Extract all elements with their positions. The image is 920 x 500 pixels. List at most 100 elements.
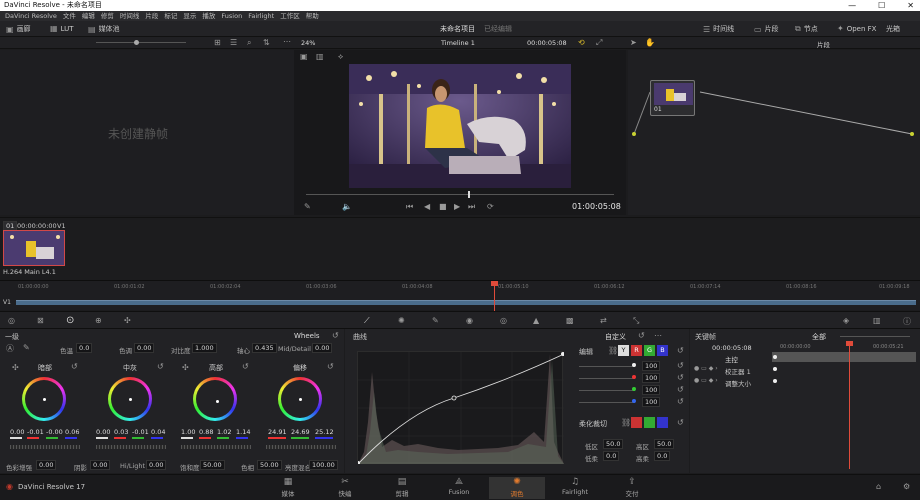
search-icon[interactable]: ⌕	[247, 38, 251, 48]
wheel-value[interactable]: 0.04	[151, 428, 165, 436]
color-warper-icon[interactable]: ✺	[398, 316, 405, 325]
reset-icon[interactable]: ↺	[677, 385, 684, 394]
channel-value[interactable]: 100	[642, 361, 661, 371]
wheel-center[interactable]	[216, 400, 219, 403]
master-wheel[interactable]	[266, 445, 336, 449]
wheel-reset-icon[interactable]: ↺	[327, 362, 334, 371]
keyframe-dot[interactable]	[773, 367, 777, 371]
menu-item[interactable]: DaVinci Resolve	[2, 11, 60, 21]
gallery-button[interactable]: ▣ 画廊	[6, 24, 31, 34]
wheel-center[interactable]	[299, 398, 302, 401]
keyframe-row-controls[interactable]: ● ▭ ◆ ›	[694, 377, 718, 384]
blur-icon[interactable]: ▩	[566, 316, 574, 325]
wheel-value[interactable]: 0.03	[114, 428, 128, 436]
menu-item[interactable]: Fairlight	[245, 11, 277, 21]
reset-icon[interactable]: ↺	[638, 331, 645, 340]
color-boost-value[interactable]: 0.00	[36, 460, 57, 470]
lightbox-panel-button[interactable]: 光箱	[886, 24, 900, 34]
menu-item[interactable]: 时间线	[117, 11, 143, 21]
playhead-marker[interactable]	[491, 281, 498, 286]
timeline-clip-bar[interactable]	[16, 300, 916, 305]
tint-value[interactable]: 0.00	[134, 343, 155, 353]
reset-icon[interactable]: ↺	[677, 346, 684, 355]
play-icon[interactable]: ▶	[454, 202, 460, 211]
soft-value[interactable]: 0.0	[654, 451, 671, 461]
soft-value[interactable]: 50.0	[603, 439, 624, 449]
keyframe-playhead[interactable]	[849, 343, 850, 469]
curves-icon[interactable]: ⟋	[364, 316, 370, 326]
clip-thumbnail[interactable]	[3, 230, 65, 266]
keyframe-zoom-slider[interactable]	[840, 336, 910, 337]
lum-mix-value[interactable]: 100.00	[309, 460, 338, 470]
reset-icon[interactable]: ↺	[332, 331, 339, 340]
tab-color[interactable]: ✺ 调色	[489, 477, 545, 499]
channel-g-button[interactable]: G	[644, 345, 655, 356]
keyframe-playhead-marker[interactable]	[846, 341, 853, 346]
home-icon[interactable]: ⌂	[876, 482, 881, 491]
wheel-picker-icon[interactable]: ✣	[12, 363, 19, 372]
more-options-icon[interactable]: ⋯	[283, 37, 291, 46]
soft-clip-r-button[interactable]	[631, 417, 642, 428]
contrast-value[interactable]: 1.000	[192, 343, 217, 353]
wheel-value[interactable]: -0.00	[46, 428, 63, 436]
video-frame[interactable]	[349, 64, 571, 188]
loop-playback-icon[interactable]: ⟳	[487, 202, 494, 211]
openfx-panel-button[interactable]: ✦ Open FX	[837, 24, 876, 33]
highlights-value[interactable]: 0.00	[146, 460, 167, 470]
tab-media[interactable]: ▦ 媒体	[260, 477, 316, 499]
channel-b-button[interactable]: B	[657, 345, 668, 356]
keyframe-row-controls[interactable]: ● ▭ ◆ ›	[694, 365, 718, 372]
gain-wheel[interactable]	[193, 377, 237, 421]
rgb-mixer-icon[interactable]: ✣	[124, 316, 131, 325]
wheel-value[interactable]: 0.88	[199, 428, 213, 436]
master-keyframe-track[interactable]	[772, 352, 916, 362]
reset-icon[interactable]: ↺	[677, 397, 684, 406]
viewer-zoom[interactable]: 24%	[301, 39, 315, 47]
tab-cut[interactable]: ✂ 快编	[317, 477, 373, 499]
menu-item[interactable]: 帮助	[303, 11, 322, 21]
wheel-center[interactable]	[43, 398, 46, 401]
loop-icon[interactable]: ⟲	[578, 38, 585, 47]
wheel-center[interactable]	[129, 398, 132, 401]
keyframes-toggle-icon[interactable]: ◈	[843, 316, 849, 325]
master-wheel[interactable]	[96, 445, 166, 449]
viewer-mode-icon[interactable]: ▣	[300, 52, 308, 61]
master-wheel[interactable]	[10, 445, 80, 449]
menu-item[interactable]: 编辑	[79, 11, 98, 21]
wheel-value[interactable]: -0.01	[132, 428, 149, 436]
master-wheel[interactable]	[181, 445, 251, 449]
gallery-zoom-slider[interactable]	[96, 42, 186, 43]
minimize-button[interactable]: —	[848, 0, 856, 11]
wheel-value[interactable]: 1.02	[217, 428, 231, 436]
window-icon[interactable]: ◉	[466, 316, 473, 325]
fullscreen-icon[interactable]: ⤢	[596, 38, 602, 48]
shadows-value[interactable]: 0.00	[90, 460, 111, 470]
clips-panel-button[interactable]: ▭ 片段	[754, 24, 779, 34]
soft-clip-b-button[interactable]	[657, 417, 668, 428]
first-frame-icon[interactable]: ⏮	[406, 202, 413, 212]
picker-icon[interactable]: ✎	[23, 343, 30, 352]
settings-icon[interactable]: ⚙	[903, 482, 910, 491]
wheel-reset-icon[interactable]: ↺	[157, 362, 164, 371]
keyframe-dot[interactable]	[773, 379, 777, 383]
wheel-value[interactable]: 0.06	[65, 428, 79, 436]
hue-value[interactable]: 50.00	[257, 460, 282, 470]
more-options-icon[interactable]: ⋯	[654, 331, 662, 340]
channel-r-button[interactable]: R	[631, 345, 642, 356]
media-pool-button[interactable]: ▤ 媒体池	[88, 24, 120, 34]
link-icon[interactable]: ⛓	[608, 346, 618, 355]
curves-mode-selector[interactable]: 自定义	[605, 332, 626, 342]
list-view-icon[interactable]: ☰	[230, 38, 237, 47]
wheel-picker-icon[interactable]: ✣	[182, 363, 189, 372]
auto-balance-icon[interactable]: Ⓐ	[6, 343, 14, 354]
keyframe-dot[interactable]	[773, 355, 777, 359]
channel-value[interactable]: 100	[642, 397, 661, 407]
timeline-selector[interactable]: Timeline 1	[441, 39, 475, 47]
reset-icon[interactable]: ↺	[677, 418, 684, 427]
sizing-icon[interactable]: ⤡	[633, 316, 639, 326]
sort-icon[interactable]: ⇅	[263, 38, 270, 47]
menu-item[interactable]: 播放	[199, 11, 218, 21]
split-view-icon[interactable]: ▥	[316, 52, 324, 61]
slider-handle[interactable]	[134, 40, 139, 45]
hdr-icon[interactable]: ⊕	[95, 316, 102, 325]
